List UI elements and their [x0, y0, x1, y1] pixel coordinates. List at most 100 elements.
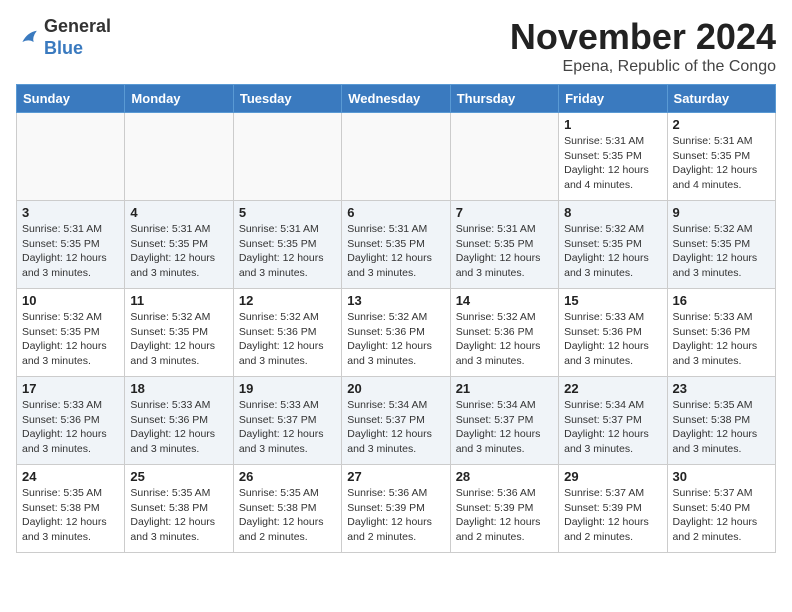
- day-number: 28: [456, 469, 553, 484]
- calendar-cell: [17, 113, 125, 201]
- day-info: Sunrise: 5:32 AM Sunset: 5:36 PM Dayligh…: [239, 310, 336, 369]
- day-info: Sunrise: 5:32 AM Sunset: 5:36 PM Dayligh…: [347, 310, 444, 369]
- weekday-header-saturday: Saturday: [667, 85, 775, 113]
- day-number: 23: [673, 381, 770, 396]
- weekday-header-thursday: Thursday: [450, 85, 558, 113]
- weekday-header-sunday: Sunday: [17, 85, 125, 113]
- calendar-cell: 12 Sunrise: 5:32 AM Sunset: 5:36 PM Dayli…: [233, 289, 341, 377]
- day-info: Sunrise: 5:32 AM Sunset: 5:35 PM Dayligh…: [22, 310, 119, 369]
- day-info: Sunrise: 5:32 AM Sunset: 5:35 PM Dayligh…: [564, 222, 661, 281]
- day-info: Sunrise: 5:34 AM Sunset: 5:37 PM Dayligh…: [347, 398, 444, 457]
- weekday-header-friday: Friday: [559, 85, 667, 113]
- day-number: 14: [456, 293, 553, 308]
- day-info: Sunrise: 5:32 AM Sunset: 5:36 PM Dayligh…: [456, 310, 553, 369]
- weekday-header-monday: Monday: [125, 85, 233, 113]
- calendar-cell: 17 Sunrise: 5:33 AM Sunset: 5:36 PM Dayli…: [17, 377, 125, 465]
- calendar-cell: 3Sunrise: 5:31 AM Sunset: 5:35 PM Daylig…: [17, 201, 125, 289]
- day-number: 25: [130, 469, 227, 484]
- day-info: Sunrise: 5:34 AM Sunset: 5:37 PM Dayligh…: [456, 398, 553, 457]
- calendar-cell: [450, 113, 558, 201]
- calendar-cell: [233, 113, 341, 201]
- calendar-cell: 16 Sunrise: 5:33 AM Sunset: 5:36 PM Dayli…: [667, 289, 775, 377]
- calendar-cell: 11 Sunrise: 5:32 AM Sunset: 5:35 PM Dayli…: [125, 289, 233, 377]
- day-number: 27: [347, 469, 444, 484]
- day-info: Sunrise: 5:31 AM Sunset: 5:35 PM Dayligh…: [456, 222, 553, 281]
- day-number: 4: [130, 205, 227, 220]
- day-number: 26: [239, 469, 336, 484]
- day-info: Sunrise: 5:37 AM Sunset: 5:40 PM Dayligh…: [673, 486, 770, 545]
- day-number: 2: [673, 117, 770, 132]
- page-header: General Blue November 2024 Epena, Republ…: [16, 16, 776, 76]
- logo: General Blue: [16, 16, 111, 59]
- calendar-cell: [342, 113, 450, 201]
- calendar-cell: 24Sunrise: 5:35 AM Sunset: 5:38 PM Dayli…: [17, 465, 125, 553]
- day-info: Sunrise: 5:32 AM Sunset: 5:35 PM Dayligh…: [673, 222, 770, 281]
- day-info: Sunrise: 5:32 AM Sunset: 5:35 PM Dayligh…: [130, 310, 227, 369]
- weekday-header-tuesday: Tuesday: [233, 85, 341, 113]
- day-number: 15: [564, 293, 661, 308]
- day-number: 19: [239, 381, 336, 396]
- day-number: 10: [22, 293, 119, 308]
- day-info: Sunrise: 5:36 AM Sunset: 5:39 PM Dayligh…: [347, 486, 444, 545]
- calendar-cell: 19Sunrise: 5:33 AM Sunset: 5:37 PM Dayli…: [233, 377, 341, 465]
- calendar-cell: 8 Sunrise: 5:32 AM Sunset: 5:35 PM Daylig…: [559, 201, 667, 289]
- day-number: 24: [22, 469, 119, 484]
- calendar-week-row: 1 Sunrise: 5:31 AM Sunset: 5:35 PM Daylig…: [17, 113, 776, 201]
- calendar-cell: [125, 113, 233, 201]
- day-number: 16: [673, 293, 770, 308]
- calendar-cell: 30 Sunrise: 5:37 AM Sunset: 5:40 PM Dayli…: [667, 465, 775, 553]
- calendar-cell: 18 Sunrise: 5:33 AM Sunset: 5:36 PM Dayli…: [125, 377, 233, 465]
- day-info: Sunrise: 5:36 AM Sunset: 5:39 PM Dayligh…: [456, 486, 553, 545]
- calendar-cell: 27 Sunrise: 5:36 AM Sunset: 5:39 PM Dayli…: [342, 465, 450, 553]
- title-block: November 2024 Epena, Republic of the Con…: [510, 16, 776, 76]
- calendar-cell: 6Sunrise: 5:31 AM Sunset: 5:35 PM Daylig…: [342, 201, 450, 289]
- day-number: 22: [564, 381, 661, 396]
- day-number: 11: [130, 293, 227, 308]
- logo-bird-icon: [16, 26, 40, 50]
- calendar-cell: 9 Sunrise: 5:32 AM Sunset: 5:35 PM Daylig…: [667, 201, 775, 289]
- calendar-cell: 20 Sunrise: 5:34 AM Sunset: 5:37 PM Dayli…: [342, 377, 450, 465]
- calendar-cell: 15 Sunrise: 5:33 AM Sunset: 5:36 PM Dayli…: [559, 289, 667, 377]
- calendar-week-row: 24Sunrise: 5:35 AM Sunset: 5:38 PM Dayli…: [17, 465, 776, 553]
- day-number: 3: [22, 205, 119, 220]
- weekday-header-wednesday: Wednesday: [342, 85, 450, 113]
- day-number: 12: [239, 293, 336, 308]
- day-number: 5: [239, 205, 336, 220]
- day-number: 18: [130, 381, 227, 396]
- day-info: Sunrise: 5:31 AM Sunset: 5:35 PM Dayligh…: [673, 134, 770, 193]
- day-number: 17: [22, 381, 119, 396]
- calendar-week-row: 3 Sunrise: 5:31 AM Sunset: 5:35 PM Daylig…: [17, 201, 776, 289]
- day-number: 1: [564, 117, 661, 132]
- day-info: Sunrise: 5:33 AM Sunset: 5:36 PM Dayligh…: [22, 398, 119, 457]
- day-info: Sunrise: 5:31 AM Sunset: 5:35 PM Dayligh…: [130, 222, 227, 281]
- weekday-header-row: SundayMondayTuesdayWednesdayThursdayFrid…: [17, 85, 776, 113]
- calendar-cell: 23 Sunrise: 5:35 AM Sunset: 5:38 PM Dayli…: [667, 377, 775, 465]
- day-info: Sunrise: 5:31 AM Sunset: 5:35 PM Dayligh…: [564, 134, 661, 193]
- day-info: Sunrise: 5:31 AM Sunset: 5:35 PM Dayligh…: [239, 222, 336, 281]
- calendar-cell: 5 Sunrise: 5:31 AM Sunset: 5:35 PM Daylig…: [233, 201, 341, 289]
- day-info: Sunrise: 5:33 AM Sunset: 5:36 PM Dayligh…: [130, 398, 227, 457]
- calendar-table: SundayMondayTuesdayWednesdayThursdayFrid…: [16, 84, 776, 553]
- calendar-cell: 21 Sunrise: 5:34 AM Sunset: 5:37 PM Dayli…: [450, 377, 558, 465]
- calendar-week-row: 10 Sunrise: 5:32 AM Sunset: 5:35 PM Dayli…: [17, 289, 776, 377]
- day-info: Sunrise: 5:34 AM Sunset: 5:37 PM Dayligh…: [564, 398, 661, 457]
- day-number: 8: [564, 205, 661, 220]
- location-subtitle: Epena, Republic of the Congo: [510, 58, 776, 76]
- calendar-cell: 7Sunrise: 5:31 AM Sunset: 5:35 PM Daylig…: [450, 201, 558, 289]
- calendar-cell: 28 Sunrise: 5:36 AM Sunset: 5:39 PM Dayli…: [450, 465, 558, 553]
- calendar-cell: 13Sunrise: 5:32 AM Sunset: 5:36 PM Dayli…: [342, 289, 450, 377]
- day-number: 6: [347, 205, 444, 220]
- calendar-cell: 29Sunrise: 5:37 AM Sunset: 5:39 PM Dayli…: [559, 465, 667, 553]
- day-number: 20: [347, 381, 444, 396]
- logo-text: General Blue: [44, 16, 111, 59]
- calendar-week-row: 17 Sunrise: 5:33 AM Sunset: 5:36 PM Dayli…: [17, 377, 776, 465]
- calendar-cell: 25Sunrise: 5:35 AM Sunset: 5:38 PM Dayli…: [125, 465, 233, 553]
- day-number: 29: [564, 469, 661, 484]
- day-info: Sunrise: 5:33 AM Sunset: 5:36 PM Dayligh…: [564, 310, 661, 369]
- day-info: Sunrise: 5:33 AM Sunset: 5:36 PM Dayligh…: [673, 310, 770, 369]
- day-number: 21: [456, 381, 553, 396]
- day-info: Sunrise: 5:35 AM Sunset: 5:38 PM Dayligh…: [673, 398, 770, 457]
- calendar-cell: 2 Sunrise: 5:31 AM Sunset: 5:35 PM Daylig…: [667, 113, 775, 201]
- day-number: 30: [673, 469, 770, 484]
- day-number: 9: [673, 205, 770, 220]
